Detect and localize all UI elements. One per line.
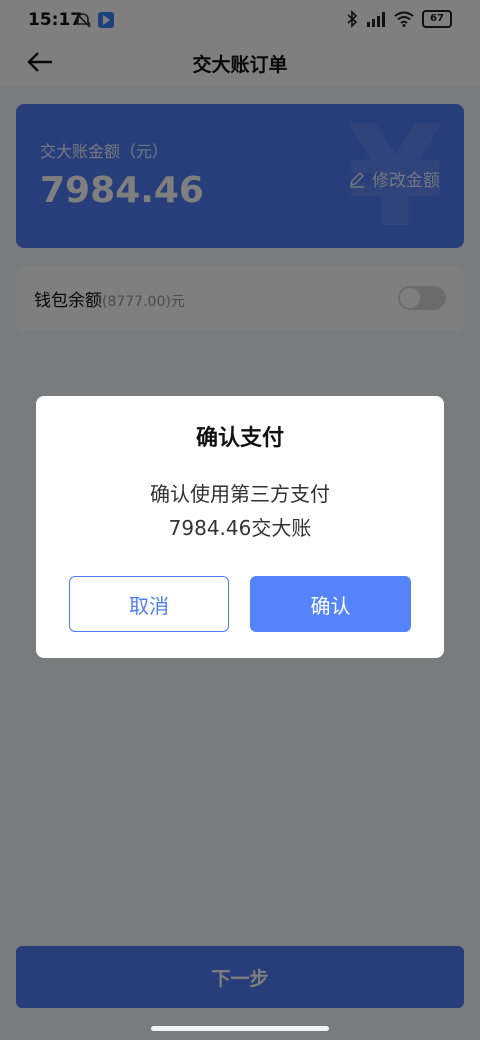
dialog-message-line1: 确认使用第三方支付 bbox=[150, 482, 330, 506]
confirm-payment-dialog: 确认支付 确认使用第三方支付 7984.46交大账 取消 确认 bbox=[36, 396, 444, 658]
home-indicator[interactable] bbox=[151, 1026, 329, 1031]
dialog-title: 确认支付 bbox=[195, 426, 284, 451]
confirm-button[interactable]: 确认 bbox=[250, 576, 411, 632]
cancel-button[interactable]: 取消 bbox=[69, 576, 229, 632]
dialog-message-line2: 7984.46交大账 bbox=[168, 516, 312, 540]
screen: 15:17 bbox=[0, 0, 480, 1040]
